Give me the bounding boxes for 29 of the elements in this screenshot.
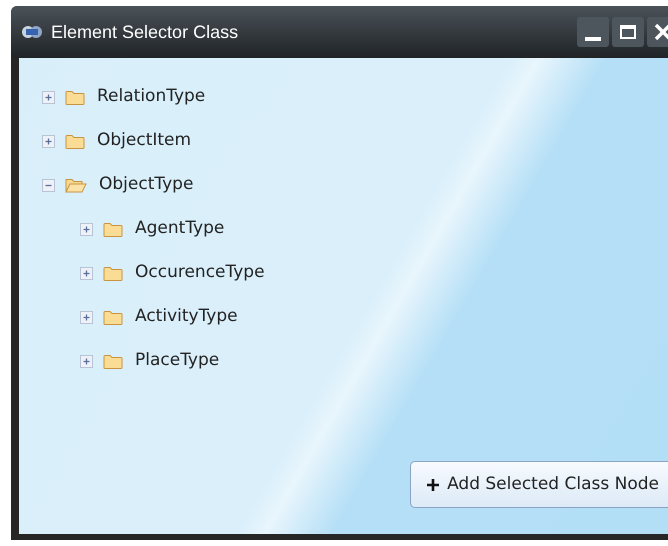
- tree-item-label[interactable]: PlaceType: [135, 348, 220, 374]
- folder-icon: [103, 264, 123, 282]
- folder-icon: [65, 132, 85, 150]
- expand-icon[interactable]: [80, 222, 93, 236]
- tree-item-label[interactable]: ActivityType: [135, 304, 238, 330]
- collapse-icon[interactable]: [42, 178, 55, 192]
- tree-item-label[interactable]: ObjectItem: [97, 128, 192, 154]
- tree-item-label[interactable]: RelationType: [97, 84, 206, 110]
- minimize-button[interactable]: [577, 17, 609, 47]
- minimize-icon: [585, 37, 601, 41]
- add-selected-class-node-button[interactable]: Add Selected Class Node: [410, 461, 668, 508]
- close-icon: [654, 23, 668, 41]
- folder-icon: [65, 88, 85, 106]
- window-title: Element Selector Class: [51, 20, 238, 44]
- plus-icon: [427, 478, 440, 490]
- folder-icon: [103, 352, 123, 370]
- expand-icon[interactable]: [42, 134, 55, 148]
- tree-item-label[interactable]: AgentType: [135, 216, 224, 242]
- expand-icon[interactable]: [80, 354, 93, 368]
- expand-icon[interactable]: [42, 90, 55, 104]
- folder-icon: [103, 308, 123, 326]
- tree-item-label[interactable]: ObjectType: [99, 172, 194, 198]
- open-folder-icon: [65, 176, 87, 194]
- expand-icon[interactable]: [80, 266, 93, 280]
- tree-item-label[interactable]: OccurenceType: [135, 260, 265, 286]
- maximize-button[interactable]: [612, 17, 644, 47]
- maximize-icon: [620, 25, 636, 39]
- folder-icon: [103, 220, 123, 238]
- expand-icon[interactable]: [80, 310, 93, 324]
